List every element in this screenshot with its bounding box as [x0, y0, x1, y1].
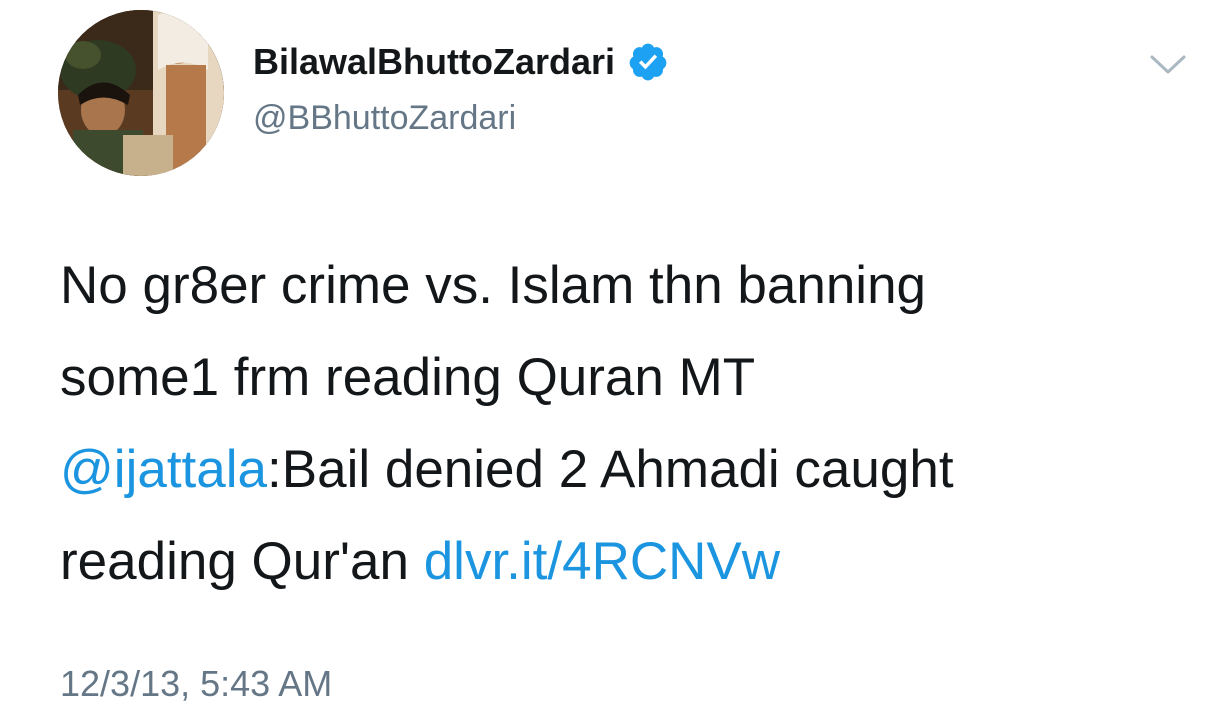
- handle[interactable]: @BBhuttoZardari: [253, 94, 669, 142]
- verified-badge-icon: [627, 41, 669, 83]
- timestamp[interactable]: 12/3/13, 5:43 AM: [60, 660, 332, 708]
- url-link[interactable]: dlvr.it/4RCNVw: [424, 532, 780, 591]
- tweet-line-1: No gr8er crime vs. Islam thn banning: [60, 256, 927, 315]
- tweet-line-2: some1 frm reading Quran MT: [60, 348, 756, 407]
- tweet-card: BilawalBhuttoZardari @BBhuttoZardari No …: [0, 0, 1224, 717]
- avatar[interactable]: [58, 10, 224, 176]
- profile-photo-icon: [58, 10, 224, 176]
- tweet-line-3: :Bail denied 2 Ahmadi caught: [267, 440, 954, 499]
- tweet-line-4: reading Qur'an: [60, 532, 424, 591]
- display-name[interactable]: BilawalBhuttoZardari: [253, 38, 615, 86]
- chevron-down-icon[interactable]: [1148, 52, 1188, 78]
- tweet-text: No gr8er crime vs. Islam thn banning some…: [60, 240, 1180, 608]
- author-block[interactable]: BilawalBhuttoZardari @BBhuttoZardari: [253, 38, 669, 142]
- name-row: BilawalBhuttoZardari: [253, 38, 669, 86]
- mention-link[interactable]: @ijattala: [60, 440, 267, 499]
